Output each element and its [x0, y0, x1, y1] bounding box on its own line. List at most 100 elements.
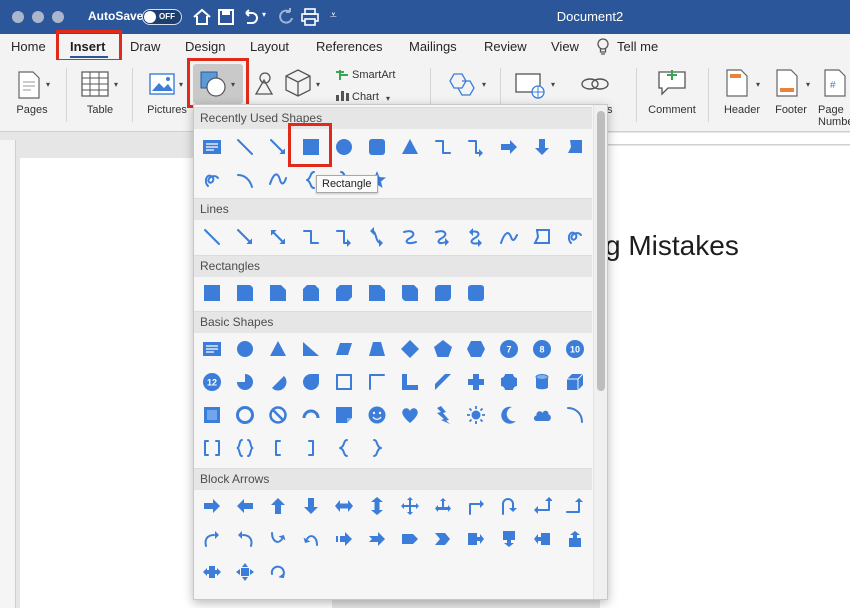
- shape-num-7-icon[interactable]: 7: [497, 337, 521, 361]
- link-icon[interactable]: [580, 72, 610, 96]
- header-icon[interactable]: [724, 68, 750, 98]
- page-number-icon[interactable]: #: [822, 68, 848, 98]
- shape-diamond-icon[interactable]: [398, 337, 422, 361]
- shape-lru-arrow-icon[interactable]: [431, 494, 455, 518]
- tab-draw[interactable]: Draw: [130, 39, 160, 54]
- shape-triangle-icon[interactable]: [266, 337, 290, 361]
- shape-lightning-icon[interactable]: [431, 403, 455, 427]
- shape-half-frame-icon[interactable]: [365, 370, 389, 394]
- shape-cloud-icon[interactable]: [530, 403, 554, 427]
- tab-references[interactable]: References: [316, 39, 382, 54]
- shape-round-diag-icon[interactable]: [431, 281, 455, 305]
- shape-brace-left-icon[interactable]: [332, 436, 356, 460]
- shape-smiley-icon[interactable]: [365, 403, 389, 427]
- tab-review[interactable]: Review: [484, 39, 527, 54]
- shape-lr-arrow-icon[interactable]: [332, 494, 356, 518]
- undo-icon[interactable]: [240, 7, 260, 27]
- shape-bent-up-arrow-icon[interactable]: [563, 494, 587, 518]
- shape-arc-curve-icon[interactable]: [233, 168, 257, 192]
- shape-num-12-icon[interactable]: 12: [200, 370, 224, 394]
- tab-home[interactable]: Home: [11, 39, 46, 54]
- shape-curve-icon[interactable]: [497, 225, 521, 249]
- shape-bracket-pair-icon[interactable]: [200, 436, 224, 460]
- shape-down-callout-icon[interactable]: [497, 527, 521, 551]
- shape-cube-icon[interactable]: [563, 370, 587, 394]
- shape-circular-arrow-icon[interactable]: [266, 560, 290, 584]
- zoom-window-button[interactable]: [52, 11, 64, 23]
- add-ins-icon[interactable]: [446, 70, 476, 98]
- shape-zigzag-icon[interactable]: [398, 225, 422, 249]
- table-dropdown-icon[interactable]: ▾: [114, 80, 118, 89]
- shape-elbow-arrow-icon[interactable]: [332, 225, 356, 249]
- comment-icon[interactable]: [656, 68, 688, 98]
- gallery-scroll-thumb[interactable]: [597, 111, 605, 391]
- shape-can-icon[interactable]: [530, 370, 554, 394]
- media-icon[interactable]: [514, 70, 546, 100]
- chart-icon[interactable]: [334, 89, 350, 101]
- shape-double-arrow-line-icon[interactable]: [266, 225, 290, 249]
- footer-icon[interactable]: [774, 68, 800, 98]
- customize-toolbar-icon[interactable]: ⩡: [330, 8, 337, 23]
- shape-snip-diag-icon[interactable]: [332, 281, 356, 305]
- shape-freeform-icon[interactable]: [563, 135, 587, 159]
- shape-pentagon-arrow-icon[interactable]: [398, 527, 422, 551]
- icons-icon[interactable]: [252, 70, 276, 98]
- shape-left-arrow-icon[interactable]: [233, 494, 257, 518]
- media-dropdown-icon[interactable]: ▾: [551, 80, 555, 89]
- shape-no-symbol-icon[interactable]: [266, 403, 290, 427]
- save-icon[interactable]: [216, 7, 236, 27]
- shape-line-icon[interactable]: [233, 135, 257, 159]
- shape-pentagon-icon[interactable]: [431, 337, 455, 361]
- shape-bevel-icon[interactable]: [200, 403, 224, 427]
- shape-snip1-icon[interactable]: [266, 281, 290, 305]
- shape-curved-left-icon[interactable]: [233, 527, 257, 551]
- pages-icon[interactable]: [16, 70, 42, 100]
- shape-quad-callout-icon[interactable]: [233, 560, 257, 584]
- shape-snip-round-icon[interactable]: [398, 281, 422, 305]
- shape-curved-dbl-connector-icon[interactable]: [365, 225, 389, 249]
- 3d-models-icon[interactable]: [284, 68, 312, 98]
- shape-left-bracket-icon[interactable]: [266, 436, 290, 460]
- shape-down-arrow-icon[interactable]: [530, 135, 554, 159]
- tab-mailings[interactable]: Mailings: [409, 39, 457, 54]
- shape-line-icon[interactable]: [200, 225, 224, 249]
- shape-notched-right-icon[interactable]: [365, 527, 389, 551]
- shape-freeform-outline-icon[interactable]: [530, 225, 554, 249]
- shape-block-arc-icon[interactable]: [299, 403, 323, 427]
- shape-round-rect-icon[interactable]: [365, 135, 389, 159]
- shape-num-10-icon[interactable]: 10: [563, 337, 587, 361]
- shape-hexagon-icon[interactable]: [464, 337, 488, 361]
- document-heading-text[interactable]: g Mistakes: [605, 230, 739, 262]
- shape-pie-icon[interactable]: [233, 370, 257, 394]
- shape-l-shape-icon[interactable]: [398, 370, 422, 394]
- shape-textbox-icon[interactable]: [200, 337, 224, 361]
- chart-label[interactable]: Chart: [352, 91, 379, 103]
- tab-layout[interactable]: Layout: [250, 39, 289, 54]
- shape-left-callout-icon[interactable]: [530, 527, 554, 551]
- shape-zig-arrow-icon[interactable]: [431, 225, 455, 249]
- shape-up-arrow-icon[interactable]: [266, 494, 290, 518]
- shape-bent-arrow-icon[interactable]: [464, 494, 488, 518]
- shape-moon-icon[interactable]: [497, 403, 521, 427]
- shape-chevron-icon[interactable]: [431, 527, 455, 551]
- shape-donut-icon[interactable]: [233, 403, 257, 427]
- shape-parallelogram-icon[interactable]: [332, 337, 356, 361]
- tell-me-search[interactable]: Tell me: [617, 39, 658, 54]
- shape-folded-corner-icon[interactable]: [332, 403, 356, 427]
- shape-plaque-icon[interactable]: [497, 370, 521, 394]
- 3d-models-dropdown-icon[interactable]: ▾: [316, 80, 320, 89]
- shape-down-arrow-icon[interactable]: [299, 494, 323, 518]
- shape-elbow-icon[interactable]: [431, 135, 455, 159]
- shape-ud-arrow-icon[interactable]: [365, 494, 389, 518]
- shape-rect-icon[interactable]: [200, 281, 224, 305]
- shape-elbow-icon[interactable]: [299, 225, 323, 249]
- shape-striped-right-icon[interactable]: [332, 527, 356, 551]
- footer-dropdown-icon[interactable]: ▾: [806, 80, 810, 89]
- undo-dropdown-icon[interactable]: ▾: [262, 10, 266, 19]
- autosave-toggle[interactable]: OFF: [142, 9, 182, 25]
- shape-right-callout-icon[interactable]: [464, 527, 488, 551]
- shape-teardrop-icon[interactable]: [299, 370, 323, 394]
- shape-snip2-icon[interactable]: [299, 281, 323, 305]
- chart-dropdown-icon[interactable]: ▾: [386, 94, 390, 103]
- shape-up-callout-icon[interactable]: [563, 527, 587, 551]
